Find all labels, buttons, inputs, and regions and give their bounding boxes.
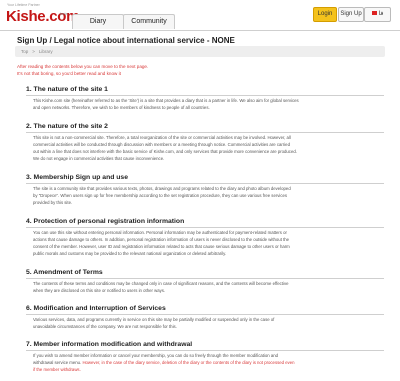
section-divider xyxy=(26,132,384,133)
language-label: فا xyxy=(378,11,384,17)
body-line: when they are disclosed on this site or … xyxy=(33,287,166,293)
body-line: This site is not a non-commercial site. … xyxy=(33,135,291,140)
notice-alert: After reading the contents below you can… xyxy=(17,63,148,77)
section-title: 2. The nature of the site 2 xyxy=(26,123,108,130)
body-line: public morals and customs may be provide… xyxy=(33,250,227,256)
body-line: consent of the member. However, user ID … xyxy=(33,243,290,249)
section-body: The contents of these terms and conditio… xyxy=(26,281,384,295)
notice-line: It's not that boring, so you'd better re… xyxy=(17,71,121,76)
body-line: actions that cause damage to others. In … xyxy=(33,236,290,242)
body-line: withdrawal service menu. However, in the… xyxy=(33,360,384,367)
breadcrumb-separator: > xyxy=(32,49,35,54)
section-divider xyxy=(26,227,384,228)
section-divider xyxy=(26,350,384,351)
section-title: 1. The nature of the site 1 xyxy=(26,86,108,93)
body-line: The contents of these terms and conditio… xyxy=(33,281,289,286)
body-line: You can use this site without entering p… xyxy=(33,230,287,235)
notice-line: After reading the contents below you can… xyxy=(17,64,149,69)
body-line: provided by this site. xyxy=(33,199,73,205)
page-title: Sign Up / Legal notice about internation… xyxy=(17,36,235,45)
warning-text: However, in the case of the diary servic… xyxy=(82,359,295,365)
body-line: by "Dropece". When users sign up for fre… xyxy=(33,192,288,198)
body-line: We do not engage in commercial activitie… xyxy=(33,155,165,161)
warning-text: if the member withdraws. xyxy=(33,366,81,372)
flag-icon xyxy=(371,11,377,16)
body-line: This Kishe.com site (hereinafter referre… xyxy=(33,98,299,103)
body-line: commercial activities will be conducted … xyxy=(33,141,290,147)
section-title: 6. Modification and Interruption of Serv… xyxy=(26,305,166,312)
body-line: Various services, data, and programs cur… xyxy=(33,317,275,322)
language-button[interactable]: فا xyxy=(364,7,391,22)
top-header: Your Lifetime Partner Kishe.com beta Dia… xyxy=(0,0,400,31)
breadcrumb: Top > Library xyxy=(15,46,385,57)
section-divider xyxy=(26,95,384,96)
section-divider xyxy=(26,278,384,279)
body-line: unavoidable circumstances of the company… xyxy=(33,323,177,329)
tab-diary[interactable]: Diary xyxy=(72,14,124,29)
section-body: The site is a community site that provid… xyxy=(26,186,384,207)
section-service-modification: 6. Modification and Interruption of Serv… xyxy=(26,304,384,331)
section-body: This Kishe.com site (hereinafter referre… xyxy=(26,98,384,112)
breadcrumb-current: Library xyxy=(38,49,53,54)
body-line: out within a line that does not interfer… xyxy=(33,148,297,154)
signup-button[interactable]: Sign Up xyxy=(338,7,364,22)
section-title: 7. Member information modification and w… xyxy=(26,341,193,348)
section-divider xyxy=(26,183,384,184)
section-title: 4. Protection of personal registration i… xyxy=(26,218,185,225)
section-body: You can use this site without entering p… xyxy=(26,230,384,258)
section-title: 5. Amendment of Terms xyxy=(26,269,103,276)
body-text: withdrawal service menu. xyxy=(33,359,83,365)
logo-tagline: Your Lifetime Partner xyxy=(7,3,40,7)
body-line: If you wish to amend member information … xyxy=(33,353,279,358)
section-title: 3. Membership Sign up and use xyxy=(26,174,128,181)
tab-community[interactable]: Community xyxy=(123,14,175,29)
logo-beta-badge: beta xyxy=(60,11,68,16)
body-line: The site is a community site that provid… xyxy=(33,186,291,191)
site-logo[interactable]: Your Lifetime Partner Kishe.com beta xyxy=(6,3,79,27)
section-member-withdrawal: 7. Member information modification and w… xyxy=(26,340,384,374)
section-amendment-terms: 5. Amendment of Terms The contents of th… xyxy=(26,268,384,295)
body-line: and open networks. Therefore, we wish to… xyxy=(33,104,210,110)
login-button[interactable]: Login xyxy=(313,7,337,22)
section-site-nature-1: 1. The nature of the site 1 This Kishe.c… xyxy=(26,85,384,112)
section-site-nature-2: 2. The nature of the site 2 This site is… xyxy=(26,122,384,163)
section-body: If you wish to amend member information … xyxy=(26,353,384,374)
section-personal-info: 4. Protection of personal registration i… xyxy=(26,217,384,258)
section-membership-signup: 3. Membership Sign up and use The site i… xyxy=(26,173,384,207)
section-divider xyxy=(26,314,384,315)
section-body: This site is not a non-commercial site. … xyxy=(26,135,384,163)
breadcrumb-top-link[interactable]: Top xyxy=(21,49,28,54)
logo-brand: Kishe.com xyxy=(6,8,80,25)
section-body: Various services, data, and programs cur… xyxy=(26,317,384,331)
